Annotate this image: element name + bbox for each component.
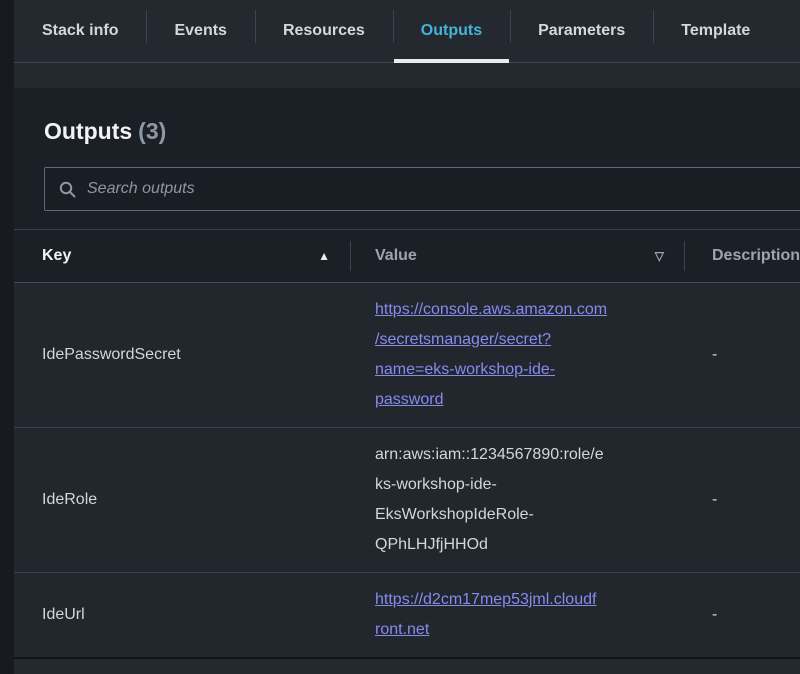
search-icon <box>59 181 76 198</box>
outputs-panel-header: Outputs(3) <box>14 88 800 211</box>
column-header-value[interactable]: Value ▽ <box>350 230 684 282</box>
tab-parameters[interactable]: Parameters <box>510 0 653 62</box>
output-value-link[interactable]: https://console.aws.amazon.com/secretsma… <box>375 295 664 415</box>
search-outputs-input[interactable] <box>87 180 800 198</box>
tab-events[interactable]: Events <box>146 0 254 62</box>
output-key-cell: IdeUrl <box>14 594 350 636</box>
tab-template[interactable]: Template <box>653 0 778 62</box>
value-line: /secretsmanager/secret? <box>375 325 664 355</box>
output-description-cell: - <box>684 594 800 636</box>
sort-descending-icon: ▽ <box>655 249 664 263</box>
column-header-key[interactable]: Key ▲ <box>14 230 350 282</box>
tab-outputs[interactable]: Outputs <box>393 0 510 62</box>
panel-title-text: Outputs <box>44 118 132 144</box>
output-key-cell: IdePasswordSecret <box>14 334 350 376</box>
value-line: name=eks-workshop-ide- <box>375 355 664 385</box>
outputs-panel: Outputs(3) Key ▲ Value ▽ Description IdePass… <box>14 88 800 659</box>
value-line: https://d2cm17mep53jml.cloudf <box>375 585 664 615</box>
output-value-link[interactable]: https://d2cm17mep53jml.cloudfront.net <box>375 585 664 645</box>
value-line: QPhLHJfjHHOd <box>375 530 664 560</box>
value-line: ront.net <box>375 615 664 645</box>
table-header-row: Key ▲ Value ▽ Description <box>14 229 800 283</box>
value-line: ks-workshop-ide- <box>375 470 664 500</box>
column-label: Key <box>42 247 71 265</box>
output-description-cell: - <box>684 334 800 376</box>
table-row: IdePasswordSecret https://console.aws.ama… <box>14 283 800 427</box>
output-description-cell: - <box>684 479 800 521</box>
column-label: Description <box>712 247 800 265</box>
output-key-cell: IdeRole <box>14 479 350 521</box>
sort-ascending-icon: ▲ <box>318 249 330 263</box>
value-line: https://console.aws.amazon.com <box>375 295 664 325</box>
column-label: Value <box>375 247 417 265</box>
tab-stack-info[interactable]: Stack info <box>14 0 146 62</box>
panel-title: Outputs(3) <box>44 118 800 144</box>
output-value-cell: https://d2cm17mep53jml.cloudfront.net <box>350 573 684 657</box>
main-content: Stack infoEventsResourcesOutputsParamete… <box>14 0 800 674</box>
tab-resources[interactable]: Resources <box>255 0 393 62</box>
output-value-cell: https://console.aws.amazon.com/secretsma… <box>350 283 684 427</box>
value-line: arn:aws:iam::1234567890:role/e <box>375 440 664 470</box>
table-row: IdeRolearn:aws:iam::1234567890:role/eks-… <box>14 427 800 572</box>
value-line: password <box>375 385 664 415</box>
output-value-cell: arn:aws:iam::1234567890:role/eks-worksho… <box>350 428 684 572</box>
table-body: IdePasswordSecret https://console.aws.ama… <box>14 283 800 657</box>
column-header-description[interactable]: Description <box>684 230 800 282</box>
panel-counter: (3) <box>138 118 166 144</box>
table-row: IdeUrl https://d2cm17mep53jml.cloudfront.… <box>14 572 800 657</box>
stack-tab-bar: Stack infoEventsResourcesOutputsParamete… <box>14 0 800 63</box>
value-line: EksWorkshopIdeRole- <box>375 500 664 530</box>
search-box <box>44 167 800 211</box>
